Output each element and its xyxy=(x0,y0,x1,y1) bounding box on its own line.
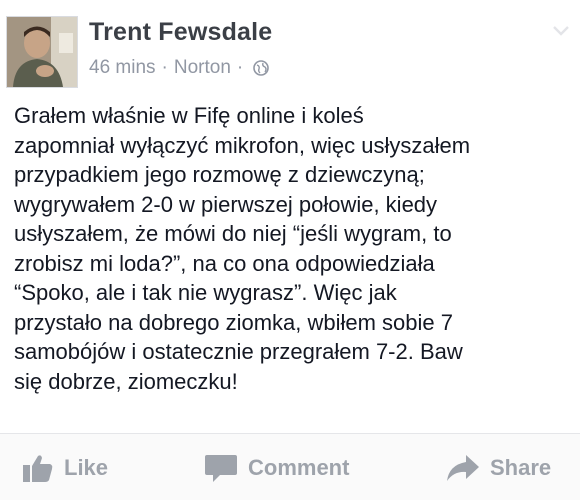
globe-icon xyxy=(253,60,270,76)
post-card: Trent Fewsdale 46 mins · Norton · Grałem… xyxy=(0,0,580,500)
post-text: Grałem właśnie w Fifę online i koleś zap… xyxy=(14,103,471,394)
comment-label: Comment xyxy=(248,455,350,480)
meta-separator: · xyxy=(161,57,168,78)
avatar[interactable] xyxy=(6,16,78,88)
author-name[interactable]: Trent Fewsdale xyxy=(89,18,272,47)
post-header: Trent Fewsdale 46 mins · Norton · xyxy=(6,10,574,90)
like-label: Like xyxy=(64,455,109,480)
share-label: Share xyxy=(490,455,552,480)
chevron-down-icon[interactable] xyxy=(552,24,570,38)
share-button[interactable]: Share xyxy=(446,452,551,484)
thumbs-up-icon xyxy=(23,455,53,482)
comment-bubble-icon xyxy=(205,455,237,482)
like-button[interactable]: Like xyxy=(22,452,108,484)
meta-separator: · xyxy=(236,57,244,78)
comment-button[interactable]: Comment xyxy=(204,452,349,484)
post-meta: 46 mins · Norton · xyxy=(89,57,270,79)
post-time[interactable]: 46 mins xyxy=(89,57,156,79)
post-location[interactable]: Norton xyxy=(174,57,231,79)
post-actions: Like Comment Share xyxy=(0,434,580,500)
share-arrow-icon xyxy=(447,455,479,481)
